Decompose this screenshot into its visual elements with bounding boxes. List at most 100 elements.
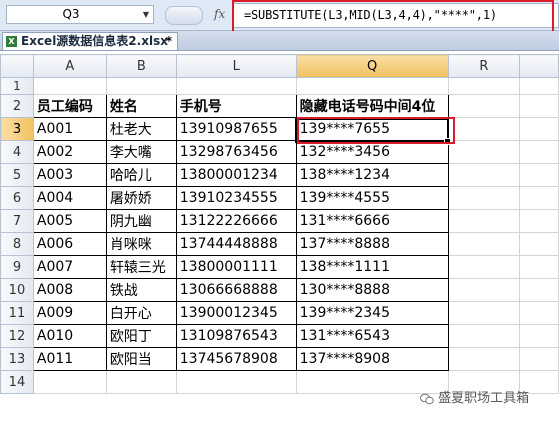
row-header[interactable]: 4 — [0, 140, 34, 164]
table-cell[interactable]: 13122226666 — [175, 209, 297, 233]
header-cell[interactable]: 员工编码 — [32, 94, 107, 118]
cell[interactable] — [32, 77, 107, 95]
table-cell[interactable]: 肖咪咪 — [105, 232, 177, 256]
insert-function-icon[interactable]: fx — [214, 7, 225, 21]
table-cell[interactable]: 137****8908 — [295, 347, 449, 371]
table-cell[interactable]: 13066668888 — [175, 278, 297, 302]
table-cell[interactable]: 阴九幽 — [105, 209, 177, 233]
table-cell[interactable]: 131****6666 — [295, 209, 449, 233]
row-header[interactable]: 12 — [0, 324, 34, 348]
table-cell[interactable]: 杜老大 — [105, 117, 177, 141]
table-cell[interactable]: A001 — [32, 117, 107, 141]
table-cell[interactable]: 13910987655 — [175, 117, 297, 141]
table-cell[interactable]: 13745678908 — [175, 347, 297, 371]
table-cell[interactable]: 13109876543 — [175, 324, 297, 348]
table-cell[interactable]: 138****1111 — [295, 255, 449, 279]
column-header-q[interactable]: Q — [295, 54, 449, 78]
cell[interactable] — [519, 301, 559, 325]
name-box[interactable]: Q3 ▼ — [6, 5, 154, 24]
table-cell[interactable]: 13800001111 — [175, 255, 297, 279]
column-header-b[interactable]: B — [105, 54, 177, 78]
table-cell[interactable]: A009 — [32, 301, 107, 325]
table-cell[interactable]: A006 — [32, 232, 107, 256]
table-cell[interactable]: 13800001234 — [175, 163, 297, 187]
cell[interactable] — [447, 255, 521, 279]
row-header[interactable]: 3 — [0, 117, 34, 141]
table-cell[interactable]: 哈哈儿 — [105, 163, 177, 187]
select-all-corner[interactable] — [0, 54, 34, 78]
cell[interactable] — [447, 347, 521, 371]
row-header[interactable]: 10 — [0, 278, 34, 302]
table-cell[interactable]: 欧阳当 — [105, 347, 177, 371]
table-cell[interactable]: 屠娇娇 — [105, 186, 177, 210]
cell[interactable] — [519, 94, 559, 118]
cell[interactable] — [32, 370, 107, 394]
cell[interactable] — [519, 232, 559, 256]
table-cell[interactable]: 13910234555 — [175, 186, 297, 210]
cell[interactable] — [447, 232, 521, 256]
table-cell[interactable]: 白开心 — [105, 301, 177, 325]
row-header[interactable]: 8 — [0, 232, 34, 256]
cell[interactable] — [447, 140, 521, 164]
table-cell[interactable]: 李大嘴 — [105, 140, 177, 164]
table-cell[interactable]: A005 — [32, 209, 107, 233]
table-cell[interactable]: 铁战 — [105, 278, 177, 302]
table-cell[interactable]: A007 — [32, 255, 107, 279]
cell[interactable] — [447, 209, 521, 233]
table-cell[interactable]: A004 — [32, 186, 107, 210]
cell[interactable] — [519, 163, 559, 187]
cell[interactable] — [105, 370, 177, 394]
header-cell[interactable]: 姓名 — [105, 94, 177, 118]
table-cell[interactable]: A011 — [32, 347, 107, 371]
column-header-next[interactable] — [519, 54, 559, 78]
cell[interactable] — [447, 186, 521, 210]
row-header[interactable]: 9 — [0, 255, 34, 279]
row-header[interactable]: 1 — [0, 77, 34, 95]
table-cell[interactable]: 欧阳丁 — [105, 324, 177, 348]
table-cell[interactable]: 轩辕三光 — [105, 255, 177, 279]
table-cell[interactable]: A002 — [32, 140, 107, 164]
cell[interactable] — [519, 117, 559, 141]
cell[interactable] — [175, 77, 297, 95]
cell[interactable] — [447, 77, 521, 95]
table-cell[interactable]: 137****8888 — [295, 232, 449, 256]
row-header[interactable]: 13 — [0, 347, 34, 371]
table-cell[interactable]: A008 — [32, 278, 107, 302]
table-cell[interactable]: 131****6543 — [295, 324, 449, 348]
cell[interactable] — [519, 347, 559, 371]
row-header[interactable]: 14 — [0, 370, 34, 394]
cell[interactable] — [519, 140, 559, 164]
table-cell[interactable]: 138****1234 — [295, 163, 449, 187]
header-cell[interactable]: 隐藏电话号码中间4位 — [295, 94, 449, 118]
cell[interactable] — [295, 77, 449, 95]
column-header-r[interactable]: R — [447, 54, 521, 78]
table-cell[interactable]: 13298763456 — [175, 140, 297, 164]
cell[interactable] — [519, 209, 559, 233]
cell[interactable] — [447, 117, 521, 141]
cell[interactable] — [447, 324, 521, 348]
table-cell[interactable]: 130****8888 — [295, 278, 449, 302]
table-cell[interactable]: 139****4555 — [295, 186, 449, 210]
row-header[interactable]: 2 — [0, 94, 34, 118]
chevron-down-icon[interactable]: ▼ — [143, 6, 149, 23]
formula-bar-splitter[interactable] — [165, 6, 203, 25]
table-cell[interactable]: A003 — [32, 163, 107, 187]
column-header-l[interactable]: L — [175, 54, 297, 78]
row-header[interactable]: 7 — [0, 209, 34, 233]
table-cell[interactable]: A010 — [32, 324, 107, 348]
workbook-tab[interactable]: X Excel源数据信息表2.xlsx * — [2, 32, 178, 50]
cell[interactable] — [447, 94, 521, 118]
cell[interactable] — [175, 370, 297, 394]
cell[interactable] — [447, 278, 521, 302]
table-cell[interactable]: 139****2345 — [295, 301, 449, 325]
cell[interactable] — [447, 163, 521, 187]
cell[interactable] — [519, 255, 559, 279]
table-cell[interactable]: 13744448888 — [175, 232, 297, 256]
row-header[interactable]: 6 — [0, 186, 34, 210]
cell[interactable] — [519, 278, 559, 302]
cell[interactable] — [519, 324, 559, 348]
cell[interactable] — [519, 77, 559, 95]
cell[interactable] — [105, 77, 177, 95]
row-header[interactable]: 11 — [0, 301, 34, 325]
table-cell[interactable]: 13900012345 — [175, 301, 297, 325]
